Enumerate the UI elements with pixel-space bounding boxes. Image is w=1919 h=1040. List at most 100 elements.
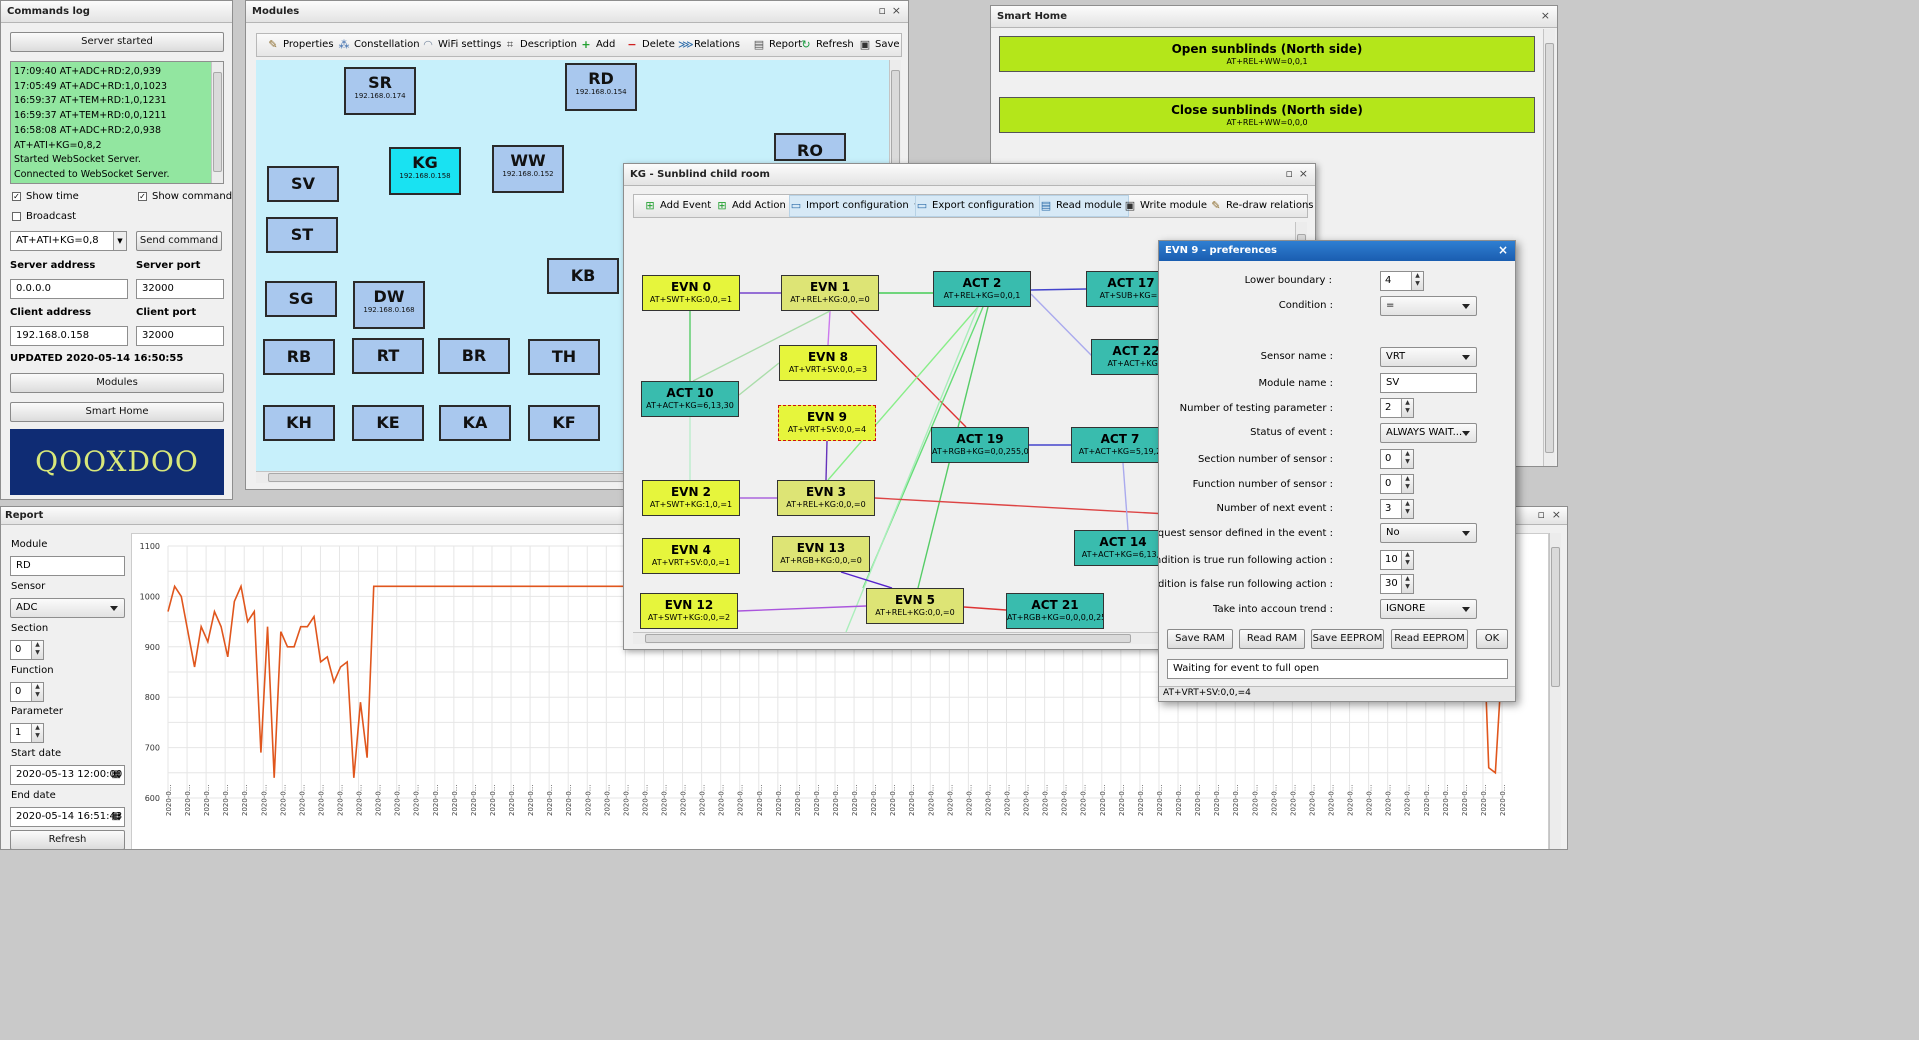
export-configuration-button[interactable]: ▭Export configuration▼ (915, 195, 1050, 217)
module-tile-th[interactable]: TH (528, 339, 600, 375)
module-tile-kb[interactable]: KB (547, 258, 619, 294)
testing-param-spinner[interactable]: 2 ▲ ▼ (1380, 398, 1414, 418)
wifi-settings-button[interactable]: ◠ WiFi settings (422, 35, 501, 55)
spinner-arrows-icon[interactable]: ▲ ▼ (1401, 500, 1413, 518)
close-icon[interactable]: × (1552, 508, 1561, 521)
add-event-button[interactable]: ⊞ Add Event (644, 196, 711, 216)
module-tile-rt[interactable]: RT (352, 338, 424, 374)
graph-node-evn-5[interactable]: EVN 5 AT+REL+KG:0,0,=0 (866, 588, 964, 624)
graph-node-act-19[interactable]: ACT 19 AT+RGB+KG=0,0,255,0 (931, 427, 1029, 463)
module-tile-kf[interactable]: KF (528, 405, 600, 441)
maximize-icon[interactable]: ▫ (879, 4, 886, 17)
event-description-input[interactable]: Waiting for event to full open (1167, 659, 1508, 679)
description-button[interactable]: ⌗ Description (504, 35, 577, 55)
report-start-date-input[interactable]: 2020-05-13 12:00:00 ▦ (10, 765, 125, 785)
module-tile-br[interactable]: BR (438, 338, 510, 374)
calendar-icon[interactable]: ▦ (112, 808, 121, 826)
close-icon[interactable]: × (892, 4, 901, 17)
graph-node-evn-12[interactable]: EVN 12 AT+SWT+KG:0,0,=2 (640, 593, 738, 629)
close-icon[interactable]: × (1541, 9, 1550, 22)
report-button[interactable]: ▤ Report (753, 35, 802, 55)
maximize-icon[interactable]: ▫ (1286, 167, 1293, 180)
server-started-button[interactable]: Server started (10, 32, 224, 52)
report-end-date-input[interactable]: 2020-05-14 16:51:43 ▦ (10, 807, 125, 827)
command-dropdown-icon[interactable]: ▼ (113, 232, 126, 250)
read-module-button[interactable]: ▤ Read module (1039, 195, 1129, 217)
next-event-spinner[interactable]: 3 ▲ ▼ (1380, 499, 1414, 519)
graph-node-evn-3[interactable]: EVN 3 AT+REL+KG:0,0,=0 (777, 480, 875, 516)
graph-node-evn-4[interactable]: EVN 4 AT+VRT+SV:0,0,=1 (642, 538, 740, 574)
ok-button[interactable]: OK (1476, 629, 1508, 649)
report-refresh-button[interactable]: Refresh (10, 830, 125, 849)
close-icon[interactable]: × (1299, 167, 1308, 180)
spinner-arrows-icon[interactable]: ▲ ▼ (1401, 399, 1413, 417)
spinner-arrows-icon[interactable]: ▲ ▼ (1401, 575, 1413, 593)
constellation-button[interactable]: ⁂ Constellation (338, 35, 420, 55)
true-action-spinner[interactable]: 10 ▲ ▼ (1380, 550, 1414, 570)
graph-node-act-2[interactable]: ACT 2 AT+REL+KG=0,0,1 (933, 271, 1031, 307)
add-button[interactable]: + Add (580, 35, 615, 55)
module-tile-sv[interactable]: SV (267, 166, 339, 202)
graph-node-evn-1[interactable]: EVN 1 AT+REL+KG:0,0,=0 (781, 275, 879, 311)
report-sensor-select[interactable]: ADC (10, 598, 125, 618)
report-scrollbar[interactable] (1549, 533, 1561, 849)
function-sensor-spinner[interactable]: 0 ▲ ▼ (1380, 474, 1414, 494)
write-module-button[interactable]: ▣ Write module (1124, 196, 1207, 216)
spinner-arrows-icon[interactable]: ▲ ▼ (1401, 551, 1413, 569)
close-icon[interactable]: × (1498, 243, 1508, 257)
save-button[interactable]: ▣ Save (859, 35, 900, 55)
lower-boundary-spinner[interactable]: 4 ▲ ▼ (1380, 271, 1424, 291)
condition-select[interactable]: = (1380, 296, 1477, 316)
graph-node-evn-2[interactable]: EVN 2 AT+SWT+KG:1,0,=1 (642, 480, 740, 516)
scroll-thumb[interactable] (1545, 43, 1554, 453)
send-command-button[interactable]: Send command (136, 231, 222, 251)
graph-node-evn-13[interactable]: EVN 13 AT+RGB+KG:0,0,=0 (772, 536, 870, 572)
redraw-relations-button[interactable]: ✎ Re-draw relations (1210, 196, 1313, 216)
modules-button[interactable]: Modules (10, 373, 224, 393)
false-action-spinner[interactable]: 30 ▲ ▼ (1380, 574, 1414, 594)
read-eeprom-button[interactable]: Read EEPROM (1391, 629, 1468, 649)
graph-node-act-10[interactable]: ACT 10 AT+ACT+KG=6,13,30 (641, 381, 739, 417)
module-tile-rb[interactable]: RB (263, 339, 335, 375)
trend-select[interactable]: IGNORE (1380, 599, 1477, 619)
report-section-spinner[interactable]: 0 ▲ ▼ (10, 640, 44, 660)
module-tile-st[interactable]: ST (266, 217, 338, 253)
client-port-input[interactable]: 32000 (136, 326, 224, 346)
server-address-input[interactable]: 0.0.0.0 (10, 279, 128, 299)
relations-button[interactable]: ⋙ Relations (678, 35, 740, 55)
status-of-event-select[interactable]: ALWAYS WAIT... (1380, 423, 1477, 443)
module-tile-dw[interactable]: DW 192.168.0.168 (353, 281, 425, 329)
module-tile-kh[interactable]: KH (263, 405, 335, 441)
refresh-button[interactable]: ↻ Refresh (800, 35, 853, 55)
module-name-input[interactable]: SV (1380, 373, 1477, 393)
spinner-arrows-icon[interactable]: ▲ ▼ (1411, 272, 1423, 290)
report-module-input[interactable]: RD (10, 556, 125, 576)
graph-node-evn-9[interactable]: EVN 9 AT+VRT+SV:0,0,=4 (778, 405, 876, 441)
report-function-spinner[interactable]: 0 ▲ ▼ (10, 682, 44, 702)
module-tile-ke[interactable]: KE (352, 405, 424, 441)
section-sensor-spinner[interactable]: 0 ▲ ▼ (1380, 449, 1414, 469)
spinner-arrows-icon[interactable]: ▲ ▼ (31, 683, 43, 701)
scroll-thumb[interactable] (213, 72, 222, 172)
module-tile-kg[interactable]: KG 192.168.0.158 (389, 147, 461, 195)
graph-node-act-7[interactable]: ACT 7 AT+ACT+KG=5,19,2 (1071, 427, 1169, 463)
read-ram-button[interactable]: Read RAM (1239, 629, 1305, 649)
import-configuration-button[interactable]: ▭Import configuration▼ (789, 195, 924, 217)
server-port-input[interactable]: 32000 (136, 279, 224, 299)
graph-node-evn-0[interactable]: EVN 0 AT+SWT+KG:0,0,=1 (642, 275, 740, 311)
show-command-checkbox[interactable]: ✓ (138, 192, 147, 201)
broadcast-checkbox[interactable] (12, 212, 21, 221)
calendar-icon[interactable]: ▦ (112, 766, 121, 784)
module-tile-ka[interactable]: KA (439, 405, 511, 441)
close-sunblinds-button[interactable]: Close sunblinds (North side) AT+REL+WW=0… (999, 97, 1535, 133)
client-address-input[interactable]: 192.168.0.158 (10, 326, 128, 346)
module-tile-ro[interactable]: RO (774, 133, 846, 161)
scroll-thumb[interactable] (645, 634, 1131, 643)
log-scrollbar[interactable] (211, 62, 223, 183)
smart-home-button[interactable]: Smart Home (10, 402, 224, 422)
open-sunblinds-button[interactable]: Open sunblinds (North side) AT+REL+WW=0,… (999, 36, 1535, 72)
scroll-thumb[interactable] (1551, 547, 1560, 687)
module-tile-sr[interactable]: SR 192.168.0.174 (344, 67, 416, 115)
graph-node-evn-8[interactable]: EVN 8 AT+VRT+SV:0,0,=3 (779, 345, 877, 381)
delete-button[interactable]: − Delete (626, 35, 674, 55)
